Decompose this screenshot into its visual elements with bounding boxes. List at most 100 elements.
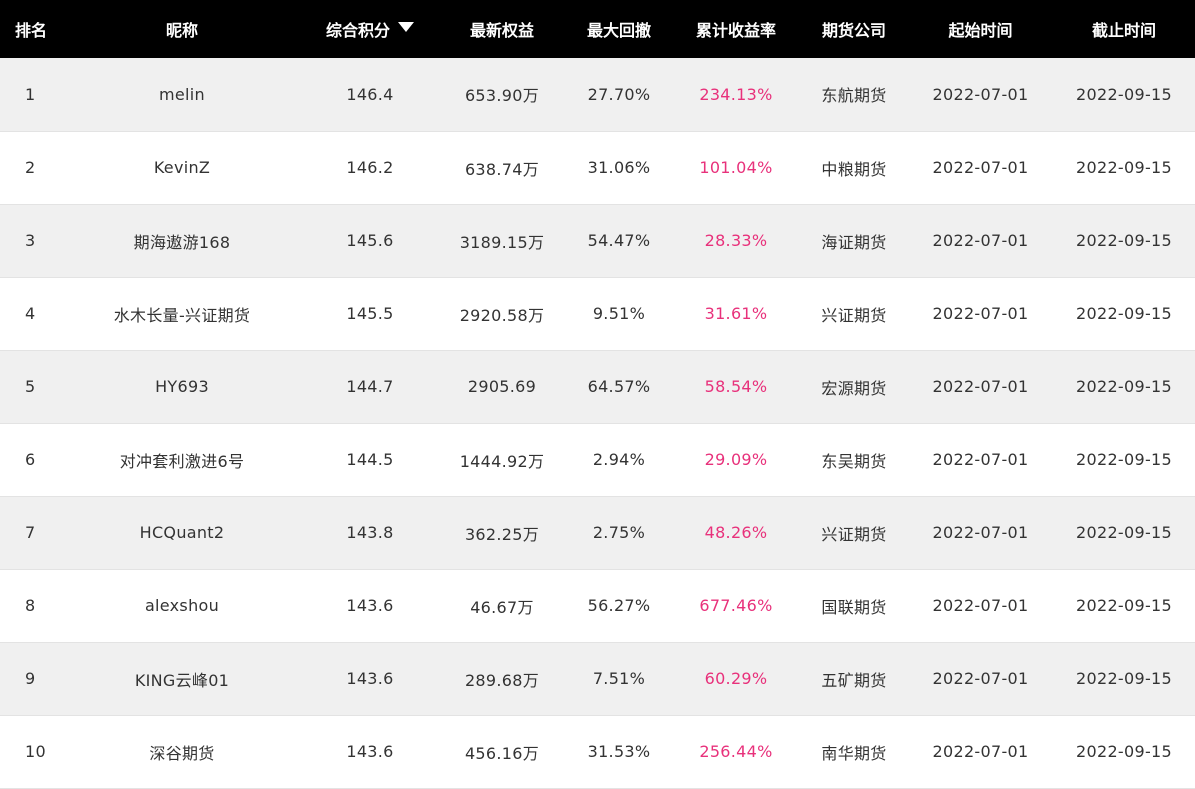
header-rank: 排名 (14, 21, 47, 40)
header-equity: 最新权益 (469, 21, 534, 40)
score-cell: 145.6 (346, 231, 394, 250)
futures-company-cell: 海证期货 (821, 232, 887, 252)
start-date-cell: 2022-07-01 (932, 669, 1029, 688)
start-date-cell: 2022-07-01 (932, 304, 1029, 323)
rank-cell: 1 (25, 84, 36, 104)
end-date-cell: 2022-09-15 (1076, 84, 1172, 104)
header-cumulative-return: 累计收益率 (695, 21, 776, 40)
cumulative-return-cell: 234.13% (699, 84, 773, 104)
cumulative-return-cell: 101.04% (699, 158, 773, 177)
equity-cell: 2920.58万 (459, 305, 545, 325)
rank-cell: 4 (25, 304, 36, 323)
table-row[interactable]: 9 KING云峰01 143.6 289.68万 7.51% 60.29% 五矿… (0, 642, 1195, 715)
header-score-sort[interactable]: 综合积分 (302, 0, 438, 58)
equity-cell: 362.25万 (464, 524, 540, 544)
rank-cell: 3 (25, 231, 36, 250)
cumulative-return-cell: 256.44% (699, 742, 773, 761)
cumulative-return-cell: 28.33% (704, 231, 768, 250)
end-date-cell: 2022-09-15 (1076, 450, 1172, 469)
equity-cell: 289.68万 (464, 670, 540, 690)
rank-cell: 10 (25, 742, 46, 761)
header-nickname: 昵称 (165, 21, 198, 40)
futures-company-cell: 南华期货 (821, 743, 887, 763)
end-date-cell: 2022-09-15 (1076, 596, 1172, 615)
start-date-cell: 2022-07-01 (932, 742, 1029, 761)
table-row[interactable]: 7 HCQuant2 143.8 362.25万 2.75% 48.26% 兴证… (0, 496, 1195, 569)
max-drawdown-cell: 56.27% (587, 596, 651, 615)
cumulative-return-cell: 48.26% (704, 523, 768, 542)
table-row[interactable]: 5 HY693 144.7 2905.69 64.57% 58.54% 宏源期货… (0, 350, 1195, 423)
table-header-row: 排名 昵称 综合积分 最新权益 最大回撤 累计收益率 期货公司 起始时间 截止时… (0, 0, 1195, 58)
futures-company-cell: 兴证期货 (821, 305, 887, 325)
header-futures-company: 期货公司 (821, 21, 886, 40)
equity-cell: 638.74万 (464, 159, 540, 179)
rank-cell: 7 (25, 523, 36, 542)
max-drawdown-cell: 2.94% (592, 450, 646, 469)
max-drawdown-cell: 31.06% (587, 158, 651, 177)
max-drawdown-cell: 54.47% (587, 231, 651, 250)
end-date-cell: 2022-09-15 (1076, 304, 1172, 323)
futures-company-cell: 东吴期货 (821, 451, 887, 471)
start-date-cell: 2022-07-01 (932, 523, 1029, 542)
nickname-cell: alexshou (144, 596, 220, 615)
futures-company-cell: 东航期货 (821, 86, 887, 106)
score-cell: 146.4 (346, 84, 394, 104)
nickname-cell: melin (159, 84, 205, 104)
nickname-cell: HCQuant2 (139, 523, 225, 542)
nickname-cell: HY693 (155, 377, 209, 396)
nickname-cell: 深谷期货 (149, 743, 215, 763)
table-body: 1 melin 146.4 653.90万 27.70% 234.13% 东航期… (0, 58, 1195, 788)
nickname-cell: KevinZ (153, 158, 211, 177)
futures-company-cell: 五矿期货 (821, 670, 887, 690)
max-drawdown-cell: 27.70% (587, 84, 651, 104)
futures-company-cell: 国联期货 (821, 597, 887, 617)
equity-cell: 456.16万 (464, 743, 540, 763)
max-drawdown-cell: 9.51% (592, 304, 646, 323)
cumulative-return-cell: 31.61% (704, 304, 768, 323)
rank-cell: 8 (25, 596, 36, 615)
table-row[interactable]: 3 期海遨游168 145.6 3189.15万 54.47% 28.33% 海… (0, 204, 1195, 277)
rank-cell: 9 (25, 669, 36, 688)
futures-company-cell: 中粮期货 (821, 159, 887, 179)
futures-company-cell: 兴证期货 (821, 524, 887, 544)
score-cell: 144.5 (346, 450, 394, 469)
score-cell: 145.5 (346, 304, 394, 323)
end-date-cell: 2022-09-15 (1076, 742, 1172, 761)
nickname-cell: KING云峰01 (134, 670, 230, 690)
rank-cell: 2 (25, 158, 36, 177)
end-date-cell: 2022-09-15 (1076, 158, 1172, 177)
nickname-cell: 期海遨游168 (133, 232, 231, 252)
equity-cell: 46.67万 (470, 597, 534, 617)
leaderboard-table: 排名 昵称 综合积分 最新权益 最大回撤 累计收益率 期货公司 起始时间 截止时… (0, 0, 1195, 789)
table-row[interactable]: 8 alexshou 143.6 46.67万 56.27% 677.46% 国… (0, 569, 1195, 642)
table-row[interactable]: 10 深谷期货 143.6 456.16万 31.53% 256.44% 南华期… (0, 715, 1195, 788)
max-drawdown-cell: 7.51% (592, 669, 646, 688)
rank-cell: 5 (25, 377, 36, 396)
max-drawdown-cell: 31.53% (587, 742, 651, 761)
score-cell: 143.6 (346, 596, 394, 615)
score-cell: 146.2 (346, 158, 394, 177)
equity-cell: 2905.69 (467, 377, 537, 396)
header-score-label: 综合积分 (325, 21, 390, 40)
nickname-cell: 水木长量-兴证期货 (113, 305, 251, 325)
table-row[interactable]: 1 melin 146.4 653.90万 27.70% 234.13% 东航期… (0, 58, 1195, 131)
nickname-cell: 对冲套利激进6号 (119, 451, 245, 471)
header-start-date: 起始时间 (948, 21, 1013, 40)
end-date-cell: 2022-09-15 (1076, 231, 1172, 250)
caret-down-icon[interactable] (398, 22, 414, 32)
end-date-cell: 2022-09-15 (1076, 377, 1172, 396)
end-date-cell: 2022-09-15 (1076, 669, 1172, 688)
cumulative-return-cell: 677.46% (699, 596, 773, 615)
table-row[interactable]: 6 对冲套利激进6号 144.5 1444.92万 2.94% 29.09% 东… (0, 423, 1195, 496)
header-end-date: 截止时间 (1091, 21, 1156, 40)
score-cell: 143.8 (346, 523, 394, 542)
table-row[interactable]: 4 水木长量-兴证期货 145.5 2920.58万 9.51% 31.61% … (0, 277, 1195, 350)
cumulative-return-cell: 60.29% (704, 669, 768, 688)
score-cell: 143.6 (346, 669, 394, 688)
start-date-cell: 2022-07-01 (932, 84, 1029, 104)
cumulative-return-cell: 58.54% (704, 377, 768, 396)
table-row[interactable]: 2 KevinZ 146.2 638.74万 31.06% 101.04% 中粮… (0, 131, 1195, 204)
score-sort-control[interactable]: 综合积分 (326, 17, 414, 41)
futures-company-cell: 宏源期货 (821, 378, 887, 398)
header-max-drawdown: 最大回撤 (586, 21, 651, 40)
